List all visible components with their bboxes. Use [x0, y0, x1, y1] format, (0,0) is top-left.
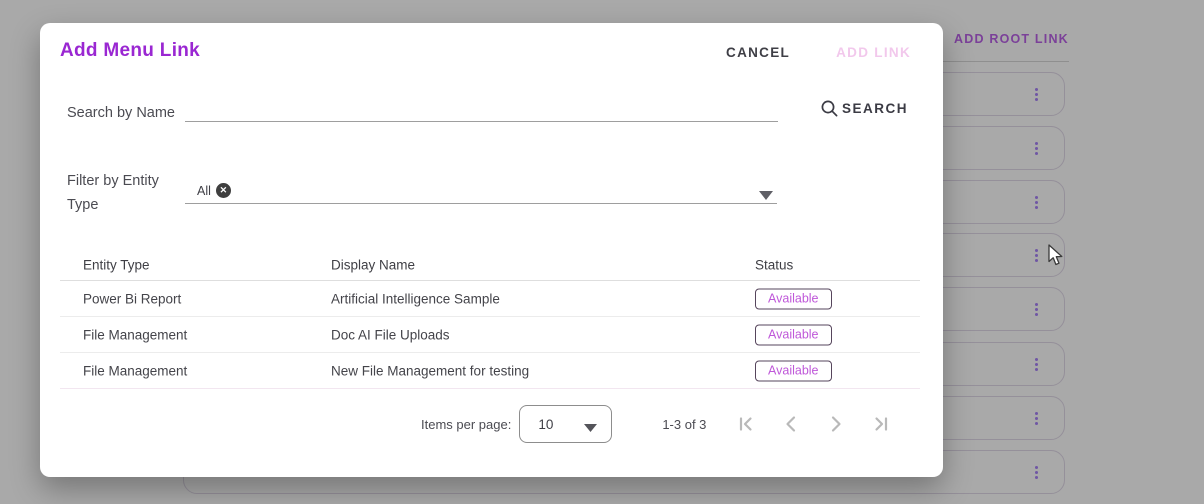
kebab-menu-icon[interactable]: [1028, 193, 1044, 211]
table-row[interactable]: File Management Doc AI File Uploads Avai…: [60, 317, 920, 353]
screen: ADD ROOT LINK Add Menu Link CANCEL ADD L…: [0, 0, 1204, 504]
dialog-title: Add Menu Link: [60, 40, 200, 62]
kebab-menu-icon[interactable]: [1028, 300, 1044, 318]
search-input[interactable]: [185, 92, 778, 122]
kebab-menu-icon[interactable]: [1028, 139, 1044, 157]
search-by-name-label: Search by Name: [67, 101, 185, 125]
kebab-menu-icon[interactable]: [1028, 355, 1044, 373]
column-header-display-name: Display Name: [331, 257, 415, 272]
select-caret-icon: [584, 420, 597, 428]
search-button-label: SEARCH: [842, 101, 908, 116]
items-per-page-select[interactable]: 10: [519, 405, 612, 443]
items-per-page-label: Items per page:: [421, 417, 511, 432]
status-badge: Available: [755, 288, 832, 309]
filter-underline: [185, 203, 777, 204]
entity-type-select[interactable]: All ✕: [197, 183, 231, 198]
entity-type-cell: File Management: [83, 363, 187, 378]
results-table: Entity Type Display Name Status Power Bi…: [60, 249, 920, 389]
kebab-menu-icon[interactable]: [1028, 409, 1044, 427]
filter-by-entity-type-label: Filter by Entity Type: [67, 169, 185, 217]
last-page-icon[interactable]: [871, 414, 891, 434]
search-button[interactable]: SEARCH: [820, 99, 908, 118]
pager-buttons: [736, 414, 891, 434]
table-row[interactable]: Power Bi Report Artificial Intelligence …: [60, 281, 920, 317]
add-root-link-button[interactable]: ADD ROOT LINK: [954, 32, 1069, 46]
table-row[interactable]: File Management New File Management for …: [60, 353, 920, 389]
display-name-cell: Doc AI File Uploads: [331, 327, 450, 342]
entity-type-cell: File Management: [83, 327, 187, 342]
kebab-menu-icon[interactable]: [1028, 246, 1044, 264]
status-badge: Available: [755, 324, 832, 345]
paginator: Items per page: 10 1-3 of 3: [421, 404, 891, 444]
display-name-cell: New File Management for testing: [331, 363, 529, 378]
page-range-label: 1-3 of 3: [662, 417, 706, 432]
cancel-button[interactable]: CANCEL: [726, 45, 790, 60]
table-header-row: Entity Type Display Name Status: [60, 249, 920, 281]
column-header-status: Status: [755, 257, 793, 272]
column-header-entity-type: Entity Type: [83, 257, 150, 272]
selected-entity-type-chip: All: [197, 184, 211, 198]
add-link-button[interactable]: ADD LINK: [836, 45, 911, 60]
dropdown-caret-icon[interactable]: [759, 187, 773, 196]
dialog-actions: CANCEL ADD LINK: [726, 45, 911, 60]
first-page-icon[interactable]: [736, 414, 756, 434]
kebab-menu-icon[interactable]: [1028, 85, 1044, 103]
kebab-menu-icon[interactable]: [1028, 463, 1044, 481]
add-menu-link-dialog: Add Menu Link CANCEL ADD LINK Search by …: [40, 23, 943, 477]
search-icon: [820, 99, 839, 118]
items-per-page-value: 10: [538, 417, 553, 432]
next-page-icon[interactable]: [826, 414, 846, 434]
status-badge: Available: [755, 360, 832, 381]
entity-type-cell: Power Bi Report: [83, 291, 181, 306]
display-name-cell: Artificial Intelligence Sample: [331, 291, 500, 306]
clear-filter-icon[interactable]: ✕: [216, 183, 231, 198]
previous-page-icon[interactable]: [781, 414, 801, 434]
